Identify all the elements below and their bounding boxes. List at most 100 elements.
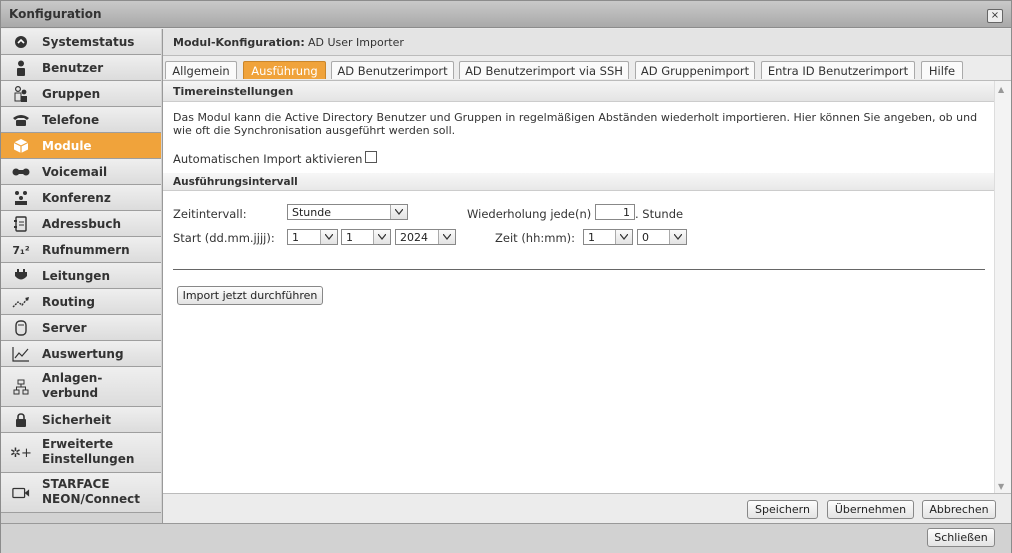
lock-icon <box>12 411 30 429</box>
sidebar: Systemstatus Benutzer Gruppen Telefone M… <box>1 29 163 523</box>
chevron-down-icon <box>320 230 337 244</box>
select-value: 1 <box>588 231 595 244</box>
zeit-hour-select[interactable]: 1 <box>583 229 633 245</box>
sidebar-item-label: Telefone <box>42 113 100 127</box>
start-day-select[interactable]: 1 <box>287 229 338 245</box>
sidebar-item-label: Server <box>42 321 87 335</box>
section-timereinstellungen: Timereinstellungen <box>163 81 995 102</box>
server-icon <box>12 319 30 337</box>
module-header-label: Modul-Konfiguration: <box>173 36 305 49</box>
start-label: Start (dd.mm.jjjj): <box>173 231 275 245</box>
zeit-label: Zeit (hh:mm): <box>495 231 576 245</box>
user-icon <box>12 59 30 77</box>
sidebar-item-voicemail[interactable]: Voicemail <box>1 159 161 185</box>
sidebar-item-routing[interactable]: Routing <box>1 289 161 315</box>
vertical-scrollbar[interactable]: ▲ ▼ <box>994 81 1011 493</box>
sidebar-item-benutzer[interactable]: Benutzer <box>1 55 161 81</box>
save-button[interactable]: Speichern <box>747 500 818 519</box>
tab-entra-id-benutzerimport[interactable]: Entra ID Benutzerimport <box>761 61 915 79</box>
zeitintervall-label: Zeitintervall: <box>173 207 247 221</box>
chevron-down-icon <box>390 205 407 219</box>
apply-button[interactable]: Übernehmen <box>827 500 914 519</box>
start-year-select[interactable]: 2024 <box>395 229 456 245</box>
main-panel: Modul-Konfiguration: AD User Importer Al… <box>163 29 1011 523</box>
window-title: Konfiguration <box>9 7 102 21</box>
line-icon <box>12 267 30 285</box>
tab-ad-benutzerimport-ssh[interactable]: AD Benutzerimport via SSH <box>459 61 629 79</box>
wiederholung-suffix: . Stunde <box>635 207 684 221</box>
sidebar-item-konferenz[interactable]: Konferenz <box>1 185 161 211</box>
sidebar-item-label: Module <box>42 139 92 153</box>
close-window-button[interactable]: × <box>987 9 1003 23</box>
module-icon <box>12 137 30 155</box>
section-ausfuehrungsintervall: Ausführungsintervall <box>163 173 995 191</box>
tab-hilfe[interactable]: Hilfe <box>921 61 963 79</box>
select-value: 1 <box>292 231 299 244</box>
zeitintervall-select[interactable]: Stunde <box>287 204 408 220</box>
section-title: Ausführungsintervall <box>173 176 298 188</box>
sidebar-item-erweiterte-einstellungen[interactable]: ✲+ Erweiterte Einstellungen <box>1 433 161 473</box>
sidebar-item-label: Auswertung <box>42 347 124 361</box>
wiederholung-input[interactable]: 1 <box>595 204 635 220</box>
select-value: Stunde <box>292 206 331 219</box>
network-icon <box>12 378 30 396</box>
import-now-button[interactable]: Import jetzt durchführen <box>177 286 323 305</box>
chevron-down-icon <box>615 230 632 244</box>
sidebar-item-module[interactable]: Module <box>1 133 161 159</box>
video-icon <box>12 484 30 502</box>
zeit-minute-select[interactable]: 0 <box>637 229 687 245</box>
select-value: 1 <box>346 231 353 244</box>
sidebar-item-sicherheit[interactable]: Sicherheit <box>1 407 161 433</box>
module-name: AD User Importer <box>308 36 404 49</box>
sidebar-item-label: Adressbuch <box>42 217 122 231</box>
sidebar-item-label: Anlagen- <box>42 371 103 385</box>
sidebar-item-adressbuch[interactable]: Adressbuch <box>1 211 161 237</box>
sidebar-item-systemstatus[interactable]: Systemstatus <box>1 29 161 55</box>
sidebar-item-label: Benutzer <box>42 61 104 75</box>
chevron-down-icon <box>373 230 390 244</box>
sidebar-item-auswertung[interactable]: Auswertung <box>1 341 161 367</box>
sidebar-item-label: Routing <box>42 295 96 309</box>
description-line1: Das Modul kann die Active Directory Benu… <box>173 111 978 124</box>
chart-icon <box>12 345 30 363</box>
chevron-down-icon <box>669 230 686 244</box>
tab-bar: Allgemein Ausführung AD Benutzerimport A… <box>163 56 1011 81</box>
sidebar-item-label-line2: Einstellungen <box>42 452 135 466</box>
addressbook-icon <box>12 215 30 233</box>
select-value: 0 <box>642 231 649 244</box>
number-icon: 7₁² <box>12 243 30 257</box>
sidebar-item-label: Gruppen <box>42 87 101 101</box>
divider <box>173 269 985 270</box>
window-bottom-bar: Schließen <box>1 523 1011 553</box>
sidebar-item-label: Erweiterte <box>42 437 114 451</box>
close-button[interactable]: Schließen <box>927 528 995 547</box>
auto-import-label: Automatischen Import aktivieren <box>173 152 363 166</box>
group-icon <box>12 85 30 103</box>
form-footer: Speichern Übernehmen Abbrechen <box>163 493 1011 524</box>
chevron-down-icon <box>438 230 455 244</box>
tab-ausfuehrung[interactable]: Ausführung <box>243 61 326 79</box>
scroll-up-icon[interactable]: ▲ <box>998 85 1004 94</box>
sidebar-item-server[interactable]: Server <box>1 315 161 341</box>
cancel-button[interactable]: Abbrechen <box>922 500 996 519</box>
tab-allgemein[interactable]: Allgemein <box>165 61 237 79</box>
start-month-select[interactable]: 1 <box>341 229 391 245</box>
sidebar-item-label: Rufnummern <box>42 243 130 257</box>
sidebar-item-leitungen[interactable]: Leitungen <box>1 263 161 289</box>
sidebar-item-starface-neon-connect[interactable]: STARFACE NEON/Connect <box>1 473 161 513</box>
tab-ad-gruppenimport[interactable]: AD Gruppenimport <box>635 61 755 79</box>
sidebar-item-rufnummern[interactable]: 7₁² Rufnummern <box>1 237 161 263</box>
sidebar-item-label: Leitungen <box>42 269 110 283</box>
module-header: Modul-Konfiguration: AD User Importer <box>163 29 1011 56</box>
tab-ad-benutzerimport[interactable]: AD Benutzerimport <box>331 61 454 79</box>
auto-import-checkbox[interactable] <box>365 151 377 163</box>
sidebar-item-label: Systemstatus <box>42 35 135 49</box>
sidebar-item-telefone[interactable]: Telefone <box>1 107 161 133</box>
tab-content: Timereinstellungen Das Modul kann die Ac… <box>163 81 995 493</box>
sidebar-item-gruppen[interactable]: Gruppen <box>1 81 161 107</box>
sidebar-item-anlagenverbund[interactable]: Anlagen- verbund <box>1 367 161 407</box>
sidebar-item-label: Konferenz <box>42 191 111 205</box>
phone-icon <box>12 111 30 129</box>
window-titlebar: Konfiguration × <box>1 1 1011 28</box>
scroll-down-icon[interactable]: ▼ <box>998 482 1004 491</box>
